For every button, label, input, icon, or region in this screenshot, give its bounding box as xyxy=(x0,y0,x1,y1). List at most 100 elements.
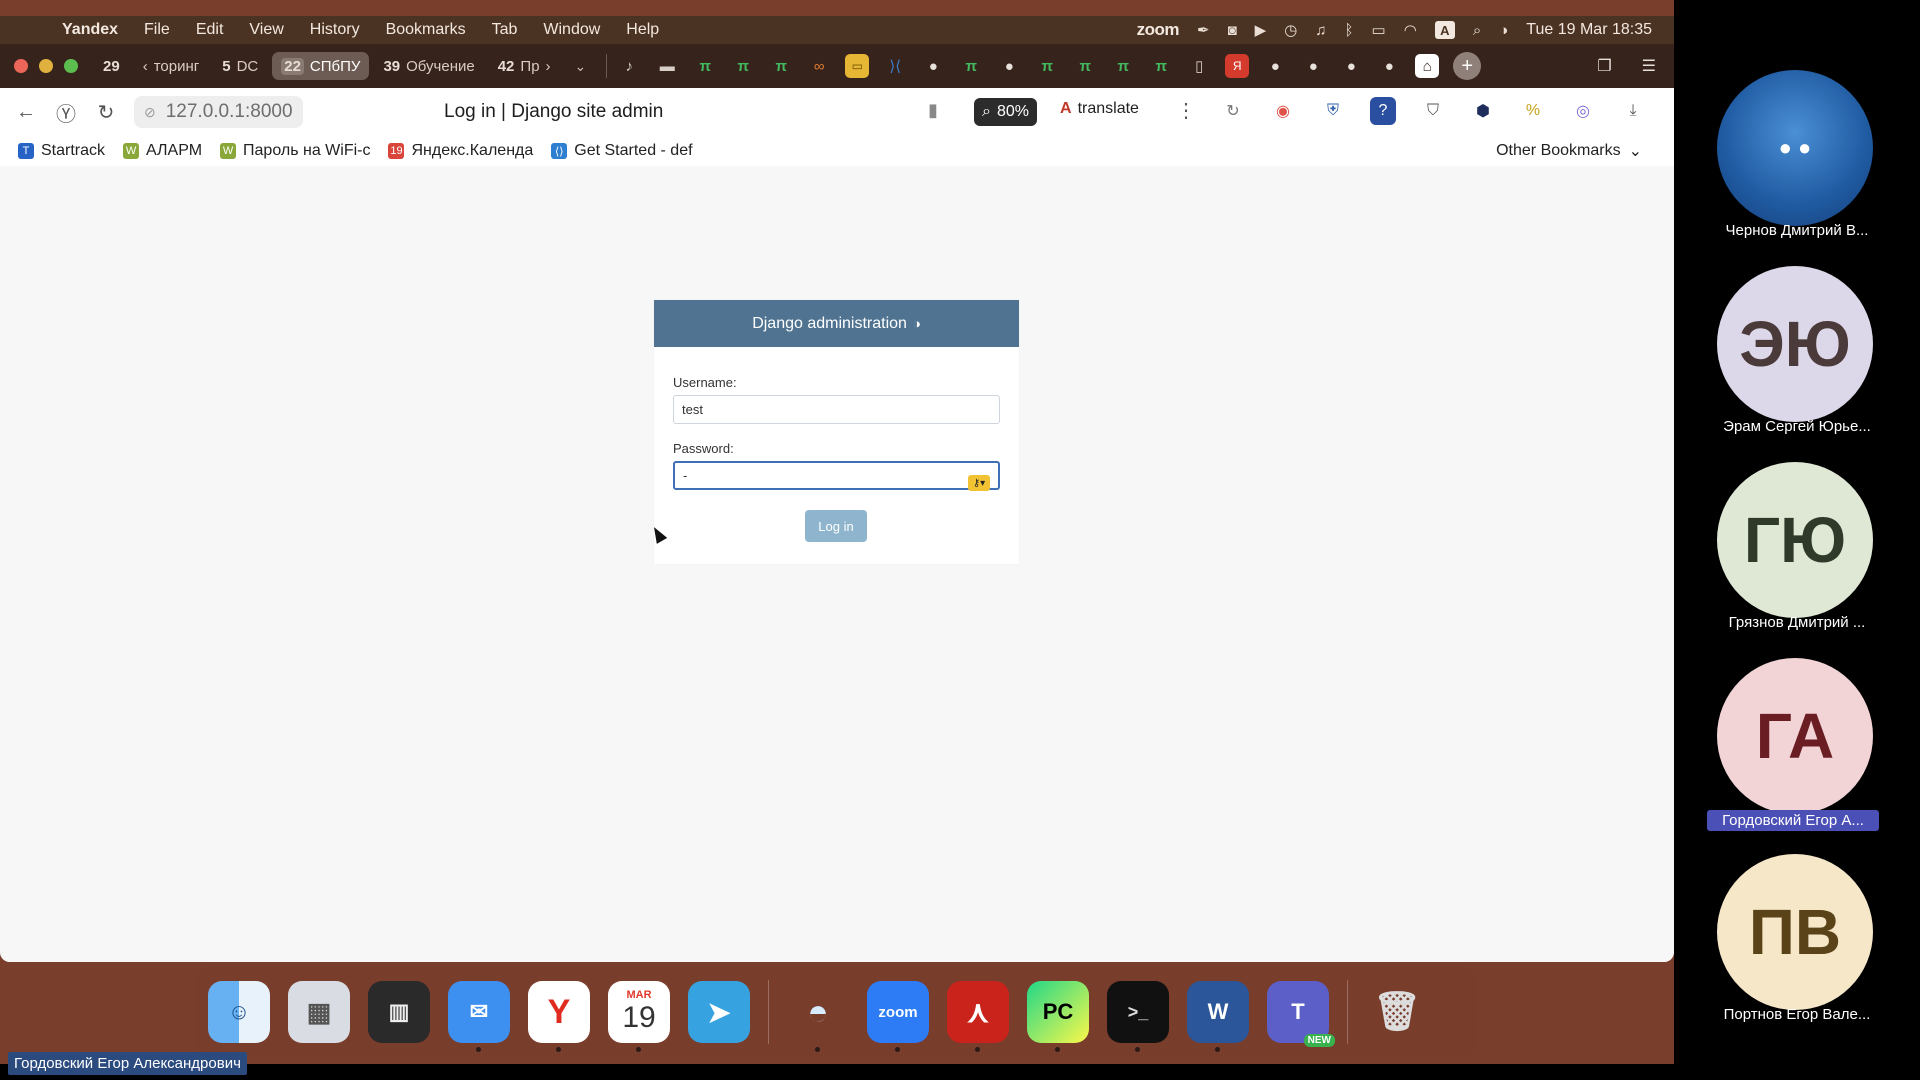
participant-tile[interactable]: ● ● Чернов Дмитрий В... xyxy=(1674,0,1920,239)
zoom-status-label[interactable]: zoom xyxy=(1137,20,1180,40)
yandex-logo-icon[interactable]: Ⓨ xyxy=(52,98,80,126)
notch-icon[interactable]: ◙ xyxy=(1228,22,1237,39)
percent-extension-icon[interactable]: % xyxy=(1520,97,1546,125)
github-tab-icon[interactable]: ● xyxy=(1301,54,1325,78)
document-tab-icon[interactable]: ▯ xyxy=(1187,54,1211,78)
url-field[interactable]: ⊘ 127.0.0.1:8000 xyxy=(134,96,303,128)
play-icon[interactable]: ▶ xyxy=(1255,21,1267,39)
reload-icon[interactable]: ↻ xyxy=(92,98,120,126)
site-info-icon[interactable]: ⊘ xyxy=(144,104,156,121)
menubar-app-name[interactable]: Yandex xyxy=(62,21,118,39)
hexagon-extension-icon[interactable]: ⬢ xyxy=(1470,97,1496,125)
menu-edit[interactable]: Edit xyxy=(196,21,224,39)
battery-icon[interactable]: ▭ xyxy=(1372,21,1386,39)
menu-view[interactable]: View xyxy=(249,21,283,39)
tracker-tab-icon[interactable]: π xyxy=(1073,54,1097,78)
finder-app-icon[interactable]: ☺ xyxy=(208,981,270,1043)
tiktok-tab-icon[interactable]: ♪ xyxy=(617,54,641,78)
menu-bookmarks[interactable]: Bookmarks xyxy=(386,21,466,39)
tracker-tab-icon[interactable]: π xyxy=(1111,54,1135,78)
github-tab-icon[interactable]: ● xyxy=(1377,54,1401,78)
menu-tab[interactable]: Tab xyxy=(492,21,518,39)
menu-file[interactable]: File xyxy=(144,21,170,39)
new-tab-button[interactable]: + xyxy=(1453,52,1482,80)
participant-tile[interactable]: ЭЮ Эрам Сергей Юрье... xyxy=(1674,196,1920,435)
tracker-tab-icon[interactable]: π xyxy=(1035,54,1059,78)
vscode-tab-icon[interactable]: ⟩⟨ xyxy=(883,54,907,78)
bookmark-startrack[interactable]: T Startrack xyxy=(18,142,105,160)
tab-group-spbpu[interactable]: 22 СПбПУ xyxy=(272,52,370,80)
tracker-tab-icon[interactable]: π xyxy=(769,54,793,78)
headphones-icon[interactable]: ♫ xyxy=(1315,22,1326,39)
tab-group-dc[interactable]: 5 DC xyxy=(213,52,267,80)
close-window-button[interactable] xyxy=(14,59,28,73)
pycharm-app-icon[interactable]: PC xyxy=(1027,981,1089,1052)
calendar-app-icon[interactable]: MAR 19 xyxy=(608,981,670,1052)
feather-icon[interactable]: ✒ xyxy=(1197,21,1210,39)
password-input[interactable] xyxy=(673,461,1000,490)
teams-app-icon[interactable]: T NEW xyxy=(1267,981,1335,1047)
other-bookmarks[interactable]: Other Bookmarks ⌄ xyxy=(1496,141,1642,161)
chevron-down-icon[interactable]: ⌄ xyxy=(575,58,587,75)
refresh-extension-icon[interactable]: ↻ xyxy=(1220,97,1246,125)
download-icon[interactable]: ⤓ xyxy=(1620,97,1646,125)
tracker-tab-icon[interactable]: π xyxy=(693,54,717,78)
bluetooth-icon[interactable]: ᛒ xyxy=(1345,22,1354,39)
shield-extension-icon[interactable]: ⛉ xyxy=(1420,97,1446,125)
menu-history[interactable]: History xyxy=(310,21,360,39)
telegram-app-icon[interactable]: ➤ xyxy=(688,981,750,1043)
back-arrow-icon[interactable]: ← xyxy=(12,98,40,126)
help-extension-icon[interactable]: ? xyxy=(1370,97,1396,125)
tab-group-monitoring[interactable]: ‹ торинг xyxy=(134,52,209,80)
vpn-extension-icon[interactable]: ◎ xyxy=(1570,97,1596,125)
tracker-tab-icon[interactable]: π xyxy=(731,54,755,78)
mail-app-icon[interactable]: ✉ xyxy=(448,981,510,1052)
participant-tile[interactable]: ГЮ Грязнов Дмитрий ... xyxy=(1674,392,1920,631)
launchpad-app-icon[interactable]: ▦ xyxy=(288,981,350,1043)
menu-window[interactable]: Window xyxy=(543,21,600,39)
bookmark-alarm[interactable]: W АЛАРМ xyxy=(123,142,202,160)
home-tab-icon[interactable]: ⌂ xyxy=(1415,54,1440,78)
participant-tile[interactable]: ГА Гордовский Егор А... xyxy=(1674,588,1920,831)
github-tab-icon[interactable]: ● xyxy=(921,54,945,78)
github-tab-icon[interactable]: ● xyxy=(1263,54,1287,78)
clock-icon[interactable]: ◷ xyxy=(1284,21,1297,39)
mission-control-app-icon[interactable]: ▥ xyxy=(368,981,430,1043)
tracker-tab-icon[interactable]: π xyxy=(1149,54,1173,78)
bookmark-icon[interactable]: ▮ xyxy=(928,100,938,121)
bookmark-wifi-password[interactable]: W Пароль на WiFi-с xyxy=(220,142,370,160)
acrobat-app-icon[interactable]: ⋏ xyxy=(947,981,1009,1052)
username-input[interactable] xyxy=(673,395,1000,424)
tracker-tab-icon[interactable]: π xyxy=(959,54,983,78)
minimize-window-button[interactable] xyxy=(39,59,53,73)
slides-tab-icon[interactable]: ▭ xyxy=(845,54,870,78)
zoom-level-badge[interactable]: ⌕ 80% xyxy=(974,98,1037,126)
terminal-app-icon[interactable]: >_ xyxy=(1107,981,1169,1052)
github-tab-icon[interactable]: ● xyxy=(997,54,1021,78)
control-center-icon[interactable]: ◑ xyxy=(1499,22,1508,39)
participant-tile[interactable]: ПВ Портнов Егор Вале... xyxy=(1674,784,1920,1023)
bookmark-yandex-calendar[interactable]: 19 Яндекс.Календа xyxy=(388,142,533,160)
bookmark-get-started[interactable]: ⟨⟩ Get Started - def xyxy=(551,142,693,160)
menubar-datetime[interactable]: Tue 19 Mar 18:35 xyxy=(1526,21,1652,39)
menu-help[interactable]: Help xyxy=(626,21,659,39)
loop-tab-icon[interactable]: ∞ xyxy=(807,54,831,78)
bitwarden-extension-icon[interactable]: ⛨ xyxy=(1320,97,1346,125)
message-tab-icon[interactable]: ▬ xyxy=(655,54,679,78)
maximize-window-button[interactable] xyxy=(64,59,78,73)
menu-icon[interactable]: ☰ xyxy=(1642,56,1656,76)
input-source-indicator[interactable]: A xyxy=(1434,21,1455,39)
tab-group-obuchenie[interactable]: 39 Обучение xyxy=(374,52,483,80)
tab-group-29[interactable]: 29 xyxy=(94,52,129,80)
yandex-tab-icon[interactable]: Я xyxy=(1225,54,1250,78)
password-manager-key-icon[interactable]: ⚷▾ xyxy=(968,475,990,491)
theme-toggle-icon[interactable]: ◑ xyxy=(913,316,921,331)
trash-app-icon[interactable]: 🗑 xyxy=(1366,981,1428,1043)
translate-button[interactable]: A translate xyxy=(1060,100,1139,118)
wifi-icon[interactable]: ◠ xyxy=(1404,21,1417,39)
search-icon[interactable]: ⌕ xyxy=(1473,22,1481,39)
log-in-button[interactable]: Log in xyxy=(805,510,867,542)
yandex-browser-app-icon[interactable]: Y xyxy=(528,981,590,1052)
tabs-overview-icon[interactable]: ❐ xyxy=(1597,56,1611,76)
github-tab-icon[interactable]: ● xyxy=(1339,54,1363,78)
